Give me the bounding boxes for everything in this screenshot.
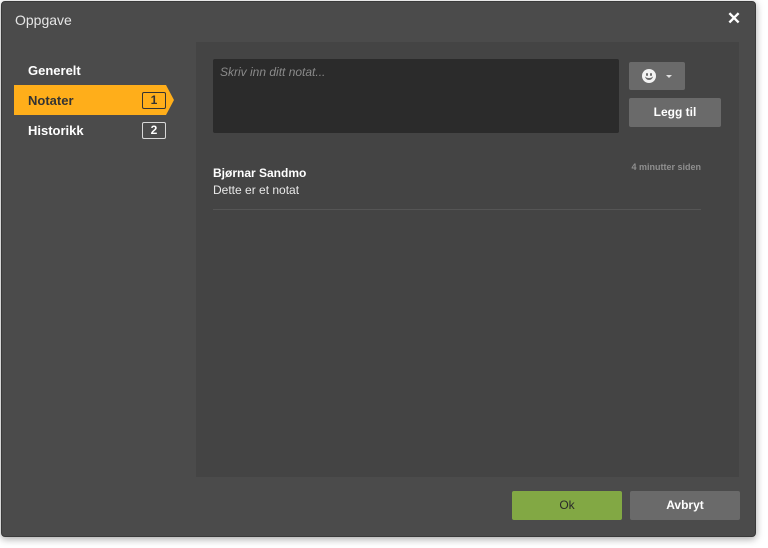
sidebar-item-label: Notater (28, 93, 74, 108)
count-badge: 1 (142, 92, 166, 109)
sidebar-item-notater[interactable]: Notater 1 (14, 85, 174, 115)
caret-down-icon (666, 75, 672, 78)
title-bar: Oppgave ✕ (2, 2, 755, 40)
task-dialog: Oppgave ✕ Generelt Notater 1 Historikk 2… (1, 1, 756, 537)
cancel-button[interactable]: Avbryt (630, 491, 740, 520)
count-badge: 2 (142, 122, 166, 139)
dialog-title: Oppgave (15, 12, 72, 28)
sidebar-item-label: Generelt (28, 63, 81, 78)
add-note-button[interactable]: Legg til (629, 98, 721, 127)
note-timestamp: 4 minutter siden (631, 162, 701, 172)
note-item: Bjørnar Sandmo Dette er et notat 4 minut… (213, 162, 701, 210)
sidebar: Generelt Notater 1 Historikk 2 (14, 55, 182, 145)
emoji-picker-button[interactable] (629, 62, 685, 90)
sidebar-item-generelt[interactable]: Generelt (14, 55, 166, 85)
sidebar-item-historikk[interactable]: Historikk 2 (14, 115, 166, 145)
note-text: Dette er et notat (213, 183, 300, 197)
close-icon[interactable]: ✕ (725, 10, 743, 28)
smiley-icon (642, 69, 656, 83)
ok-button[interactable]: Ok (512, 491, 622, 520)
notes-panel: Legg til Bjørnar Sandmo Dette er et nota… (196, 42, 739, 477)
note-author: Bjørnar Sandmo (213, 166, 307, 180)
note-input[interactable] (213, 59, 619, 133)
sidebar-item-label: Historikk (28, 123, 84, 138)
